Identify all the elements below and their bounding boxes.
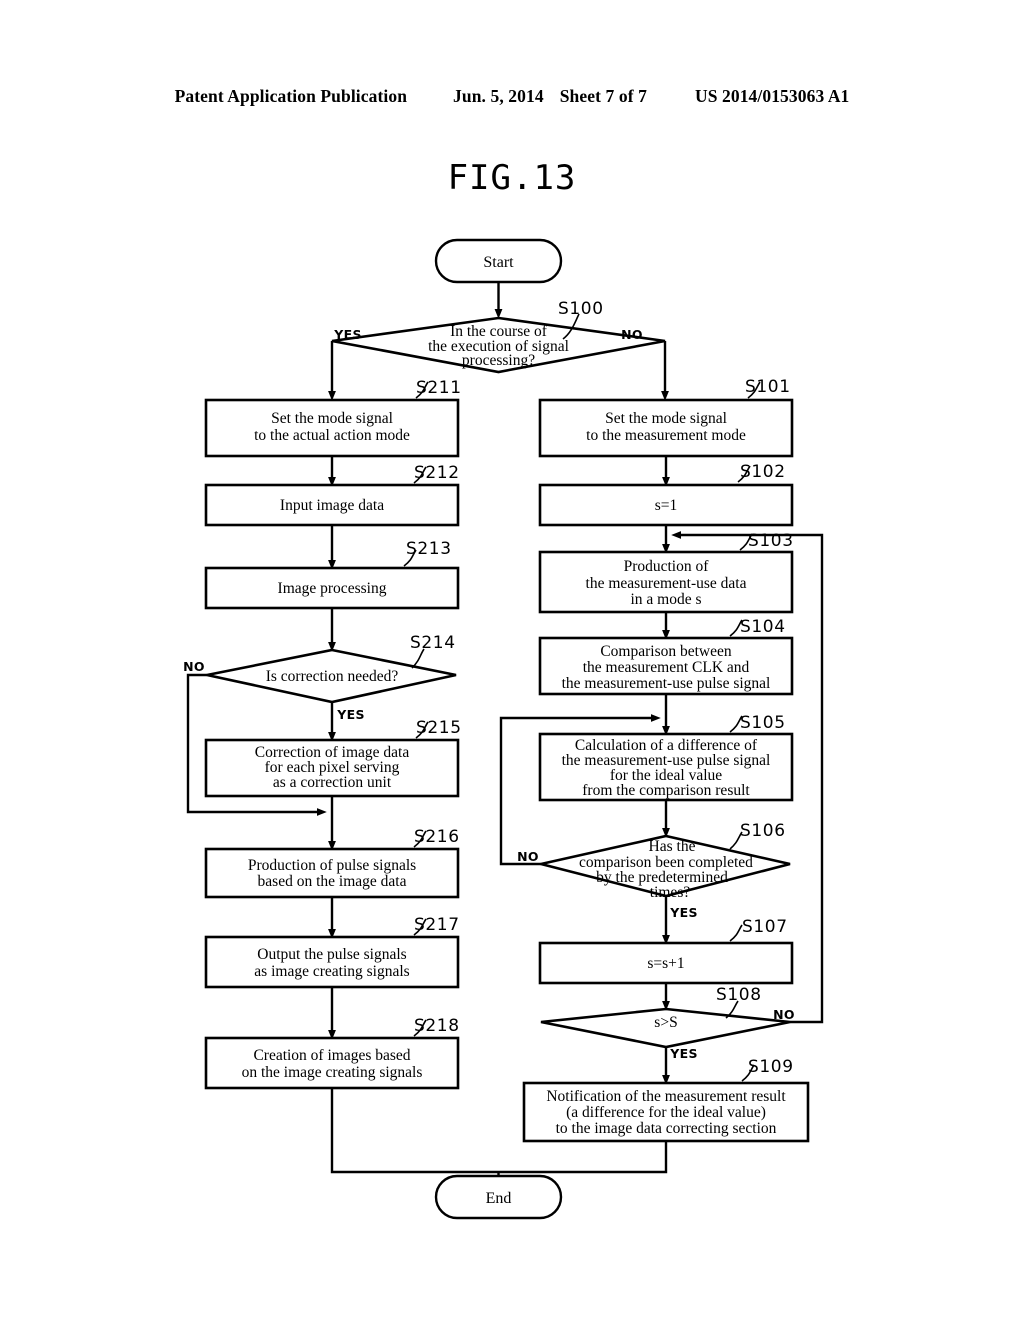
edge-label-s106-yes: YES [669,905,698,920]
node-s107: s=s+1 [538,941,794,985]
node-s211-line-2: to the actual action mode [254,427,410,444]
flowchart-canvas: Start In the course of the execution of … [183,238,824,1220]
step-label-s101: S101 [745,377,791,397]
node-s102: s=1 [538,483,794,527]
node-s104-line-3: the measurement-use pulse signal [562,675,771,692]
step-label-s106: S106 [740,821,786,841]
step-label-s218: S218 [414,1016,460,1036]
node-s103-line-1: Production of [624,558,710,575]
node-start: Start [434,238,563,284]
node-s216: Production of pulse signals based on the… [204,847,460,899]
node-s213-line-1: Image processing [278,580,387,597]
step-label-s102: S102 [740,462,786,482]
node-s216-line-2: based on the image data [258,873,407,890]
node-s107-line-1: s=s+1 [647,955,684,972]
step-label-s213: S213 [406,539,452,559]
node-s105-line-4: from the comparison result [582,782,750,799]
node-s217-line-1: Output the pulse signals [257,946,406,963]
step-label-s216: S216 [414,827,460,847]
edge-label-s214-no: NO [183,659,205,674]
node-s216-line-1: Production of pulse signals [248,857,416,874]
step-label-s217: S217 [414,915,460,935]
edge-label-s108-no: NO [773,1007,795,1022]
node-s101: Set the mode signal to the measurement m… [538,398,794,458]
step-label-s108: S108 [716,985,762,1005]
node-s109-line-3: to the image data correcting section [556,1120,777,1137]
edge-label-s106-no: NO [517,849,539,864]
node-s100-line-3: processing? [462,352,535,369]
patent-page: Patent Application Publication Jun. 5, 2… [0,0,1024,1320]
edge-label-s108-yes: YES [669,1046,698,1061]
node-s102-line-1: s=1 [655,497,678,514]
node-s104-line-1: Comparison between [600,643,732,660]
node-s109-line-2: (a difference for the ideal value) [566,1104,766,1121]
step-label-s212: S212 [414,463,460,483]
node-s103-line-3: in a mode s [630,591,701,608]
node-s109-line-1: Notification of the measurement result [546,1088,786,1105]
step-label-s109: S109 [748,1057,794,1077]
edge-label-s100-no: NO [621,327,643,342]
node-s104: Comparison between the measurement CLK a… [538,636,794,696]
node-end: End [434,1174,563,1220]
node-end-label: End [486,1190,512,1207]
node-s213: Image processing [204,566,460,610]
node-s105: Calculation of a difference of the measu… [538,732,794,802]
node-s101-line-1: Set the mode signal [605,410,727,427]
step-label-s215: S215 [416,718,462,738]
step-label-s211: S211 [416,378,462,398]
step-label-s107: S107 [742,917,788,937]
node-s218-line-2: on the image creating signals [242,1064,423,1081]
node-s211-line-1: Set the mode signal [271,410,393,427]
node-s108-line-1: s>S [654,1014,677,1031]
step-label-s104: S104 [740,617,786,637]
node-s218: Creation of images based on the image cr… [204,1036,460,1090]
node-s100: In the course of the execution of signal… [331,316,666,374]
node-s212: Input image data [204,483,460,527]
node-s106-line-1: Has the [649,838,696,855]
edge-label-s100-yes: YES [333,327,362,342]
step-label-s100: S100 [558,299,604,319]
node-s212-line-1: Input image data [280,497,384,514]
node-s104-line-2: the measurement CLK and [583,659,750,676]
edge-label-s214-yes: YES [336,707,365,722]
edge-left-merge [330,1088,499,1174]
node-start-label: Start [483,254,514,271]
step-label-s105: S105 [740,713,786,733]
node-s101-line-2: to the measurement mode [586,427,746,444]
node-s103-line-2: the measurement-use data [586,575,747,592]
leader-s107 [729,924,743,942]
step-label-s214: S214 [410,633,456,653]
node-s109: Notification of the measurement result (… [522,1081,810,1143]
node-s214-line-1: Is correction needed? [266,668,399,685]
node-s215: Correction of image data for each pixel … [204,738,460,798]
node-s218-line-1: Creation of images based [253,1047,410,1064]
node-s108: s>S [540,1007,791,1049]
node-s106-line-4: times? [650,884,691,901]
edge-right-merge [498,1141,668,1174]
node-s211: Set the mode signal to the actual action… [204,398,460,458]
node-s217: Output the pulse signals as image creati… [204,935,460,989]
node-s103: Production of the measurement-use data i… [538,550,794,614]
node-s215-line-3: as a correction unit [273,774,392,791]
node-s217-line-2: as image creating signals [254,963,409,980]
node-s106: Has the comparison been completed by the… [540,834,791,901]
